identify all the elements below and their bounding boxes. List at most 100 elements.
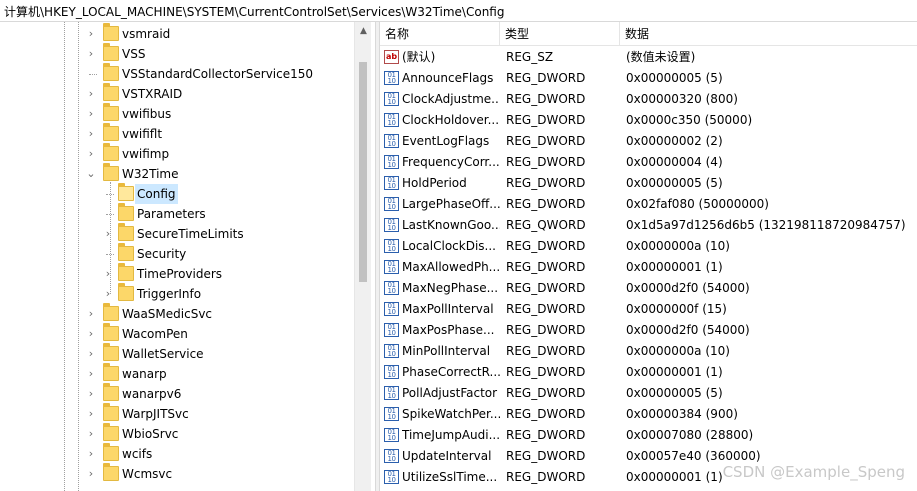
tree-item[interactable]: VSStandardCollectorService150 [0,63,354,84]
chevron-right-icon[interactable]: › [86,324,96,344]
value-row[interactable]: 01 10 LargePhaseOff... REG_DWORD 0x02faf080 … [380,194,917,215]
chevron-right-icon[interactable]: › [86,124,96,144]
tree-item[interactable]: › vwififlt [0,123,354,144]
value-row[interactable]: 01 10 EventLogFlags REG_DWORD 0x00000002 (2) [380,131,917,152]
tree-item[interactable]: › wanarpv6 [0,383,354,404]
tree-item[interactable]: › wcifs [0,443,354,464]
tree-item-label: vsmraid [122,27,171,41]
value-row[interactable]: 01 10 MaxAllowedPh... REG_DWORD 0x00000001 (… [380,257,917,278]
value-row[interactable]: 01 10 HoldPeriod REG_DWORD 0x00000005 (5) [380,173,917,194]
value-row[interactable]: 01 10 MinPollInterval REG_DWORD 0x0000000a (… [380,341,917,362]
tree-item[interactable]: › wanarp [0,363,354,384]
tree-item[interactable]: › WbioSrvc [0,423,354,444]
value-row[interactable]: ab (默认) REG_SZ (数值未设置) [380,47,917,68]
tree-item[interactable]: Parameters [0,203,354,224]
value-data: 0x00000004 (4) [626,155,723,169]
key-tree[interactable]: › vsmraid › VSS VSStandardCollectorService15… [0,22,375,491]
scroll-thumb[interactable] [359,62,367,282]
scroll-up-icon[interactable]: ▲ [355,26,372,36]
value-row[interactable]: 01 10 MaxPollInterval REG_DWORD 0x0000000f (… [380,299,917,320]
column-header-name[interactable]: 名称 [380,22,500,46]
binary-value-icon: 01 10 [384,365,399,379]
value-row[interactable]: 01 10 PhaseCorrectR... REG_DWORD 0x00000001 … [380,362,917,383]
value-row[interactable]: 01 10 ClockHoldover... REG_DWORD 0x0000c350 … [380,110,917,131]
folder-icon [103,163,119,181]
tree-item[interactable]: › VSS [0,43,354,64]
tree-item[interactable]: › TimeProviders [0,263,354,284]
value-row[interactable]: 01 10 MaxNegPhase... REG_DWORD 0x0000d2f0 (5… [380,278,917,299]
chevron-right-icon[interactable]: › [103,284,113,304]
chevron-right-icon[interactable]: › [86,464,96,484]
value-type: REG_DWORD [506,302,586,316]
chevron-right-icon[interactable]: › [103,224,113,244]
column-header-type[interactable]: 类型 [500,22,620,46]
value-row[interactable]: 01 10 TimeJumpAudi... REG_DWORD 0x00007080 (… [380,425,917,446]
chevron-right-icon[interactable]: › [86,444,96,464]
value-row[interactable]: 01 10 ClockAdjustme... REG_DWORD 0x00000320 … [380,89,917,110]
tree-item[interactable]: › VSTXRAID [0,83,354,104]
chevron-right-icon[interactable]: › [86,384,96,404]
chevron-right-icon[interactable]: › [86,364,96,384]
tree-item[interactable]: › Wcmsvc [0,463,354,484]
folder-icon [103,83,119,101]
chevron-down-icon[interactable]: ⌄ [86,164,96,184]
value-row[interactable]: 01 10 PollAdjustFactor REG_DWORD 0x00000005 … [380,383,917,404]
folder-icon [118,183,134,201]
tree-scrollbar[interactable]: ▲ [354,22,371,491]
chevron-right-icon[interactable]: › [86,424,96,444]
tree-item[interactable]: › WalletService [0,343,354,364]
tree-item[interactable]: › vsmraid [0,23,354,44]
chevron-right-icon[interactable]: › [86,304,96,324]
value-name: FrequencyCorr... [402,155,500,169]
value-name: UpdateInterval [402,449,492,463]
value-row[interactable]: 01 10 LastKnownGoo... REG_QWORD 0x1d5a97d125… [380,215,917,236]
column-header-data[interactable]: 数据 [620,22,917,46]
binary-value-icon: 01 10 [384,155,399,169]
value-data: 0x1d5a97d1256d6b5 (132198118720984757) [626,218,906,232]
chevron-right-icon[interactable]: › [86,44,96,64]
folder-icon [103,123,119,141]
address-bar[interactable]: 计算机\HKEY_LOCAL_MACHINE\SYSTEM\CurrentCon… [0,0,917,22]
value-data: 0x00000001 (1) [626,260,723,274]
chevron-right-icon[interactable]: › [86,404,96,424]
tree-item[interactable]: Config [0,183,354,204]
value-row[interactable]: 01 10 MaxPosPhase... REG_DWORD 0x0000d2f0 (5… [380,320,917,341]
tree-item[interactable]: › vwifimp [0,143,354,164]
binary-value-icon: 01 10 [384,260,399,274]
address-path: 计算机\HKEY_LOCAL_MACHINE\SYSTEM\CurrentCon… [4,5,505,19]
tree-item-label: VSStandardCollectorService150 [122,67,314,81]
value-row[interactable]: 01 10 AnnounceFlags REG_DWORD 0x00000005 (5) [380,68,917,89]
value-name: MaxAllowedPh... [402,260,500,274]
tree-item[interactable]: › WacomPen [0,323,354,344]
chevron-right-icon[interactable]: › [86,344,96,364]
value-data: 0x00007080 (28800) [626,428,754,442]
chevron-right-icon[interactable]: › [103,264,113,284]
tree-item-label: wcifs [122,447,153,461]
chevron-right-icon[interactable]: › [86,144,96,164]
tree-item[interactable]: Security [0,243,354,264]
value-name: LargePhaseOff... [402,197,500,211]
column-headers: 名称 类型 数据 [380,22,917,46]
values-list[interactable]: 名称 类型 数据 ab (默认) REG_SZ (数值未设置) 01 10 Announce… [380,22,917,491]
tree-item[interactable]: › SecureTimeLimits [0,223,354,244]
tree-item-label: SecureTimeLimits [137,227,244,241]
tree-item[interactable]: ⌄ W32Time [0,163,354,184]
tree-item[interactable]: › TriggerInfo [0,283,354,304]
binary-value-icon: 01 10 [384,71,399,85]
folder-icon [103,103,119,121]
value-type: REG_DWORD [506,134,586,148]
chevron-right-icon[interactable]: › [86,84,96,104]
binary-value-icon: 01 10 [384,281,399,295]
tree-item-label: WaaSMedicSvc [122,307,213,321]
tree-item[interactable]: › WaaSMedicSvc [0,303,354,324]
value-row[interactable]: 01 10 FrequencyCorr... REG_DWORD 0x00000004 … [380,152,917,173]
value-row[interactable]: 01 10 SpikeWatchPer... REG_DWORD 0x00000384 … [380,404,917,425]
tree-item[interactable]: › vwifibus [0,103,354,124]
tree-connector [106,254,114,255]
chevron-right-icon[interactable]: › [86,24,96,44]
tree-item-label: Security [137,247,187,261]
value-row[interactable]: 01 10 LocalClockDis... REG_DWORD 0x0000000a … [380,236,917,257]
chevron-right-icon[interactable]: › [86,104,96,124]
value-type: REG_DWORD [506,323,586,337]
tree-item[interactable]: › WarpJITSvc [0,403,354,424]
